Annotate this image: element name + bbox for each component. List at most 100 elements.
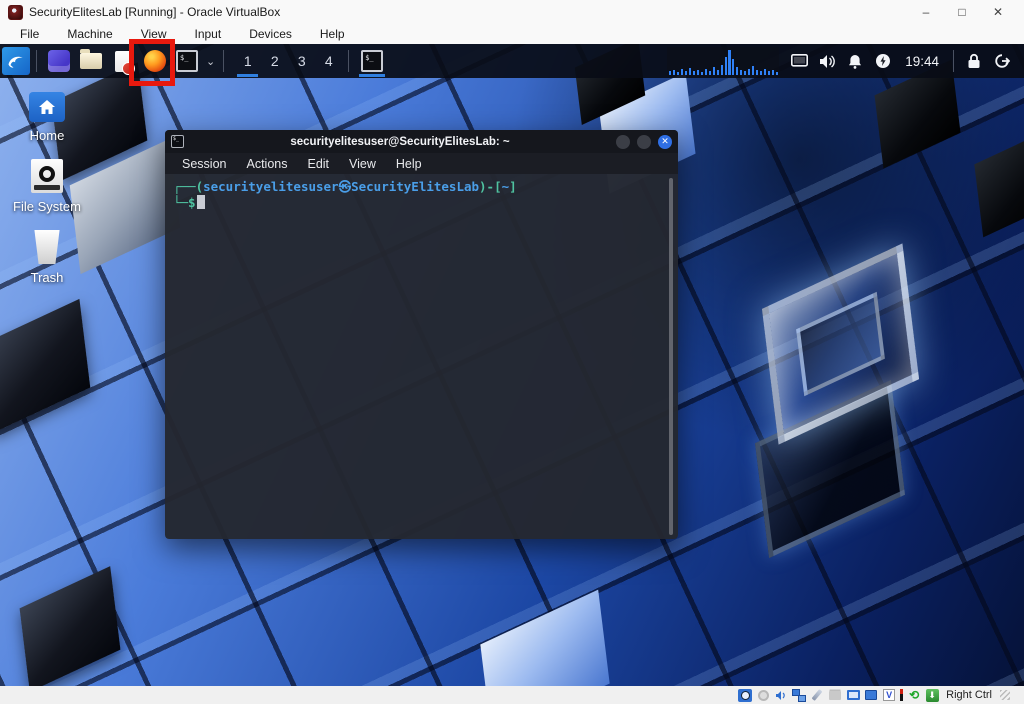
terminal-icon: $_ bbox=[171, 135, 184, 148]
wallpaper-dark-cube bbox=[19, 566, 121, 686]
lock-icon bbox=[968, 53, 980, 68]
menu-help[interactable]: Help bbox=[306, 25, 359, 43]
panel-separator bbox=[953, 50, 954, 72]
features-icon[interactable]: V bbox=[883, 689, 896, 701]
wallpaper-light-cube bbox=[480, 589, 610, 686]
vm-display: $_ ⌄ 1 2 3 4 $_ 19:44 Home File System T… bbox=[0, 44, 1024, 686]
prompt-line2-frame: └─$ bbox=[173, 195, 196, 210]
terminal-scrollbar[interactable] bbox=[669, 178, 673, 535]
host-key-label: Right Ctrl bbox=[946, 689, 992, 701]
terminal-menu-actions[interactable]: Actions bbox=[237, 155, 296, 173]
window-title: SecurityElitesLab [Running] - Oracle Vir… bbox=[29, 5, 281, 19]
terminal-menu-help[interactable]: Help bbox=[387, 155, 431, 173]
terminal-icon: $_ bbox=[361, 50, 384, 72]
terminal-maximize-button[interactable] bbox=[637, 134, 651, 149]
menu-input[interactable]: Input bbox=[181, 25, 236, 43]
logout-icon bbox=[995, 54, 1010, 68]
activity-indicator bbox=[900, 689, 904, 701]
terminal-output-area[interactable]: ┌──(securityelitesuser㉿SecurityElitesLab… bbox=[165, 174, 678, 539]
prompt-frame-mid: )-[ bbox=[479, 179, 502, 194]
prompt-line-2: └─$ bbox=[173, 195, 670, 211]
folder-icon bbox=[80, 49, 102, 69]
panel-clock[interactable]: 19:44 bbox=[897, 54, 947, 69]
launcher-file-manager[interactable] bbox=[79, 49, 103, 73]
desktop-icon-label: File System bbox=[13, 199, 81, 214]
minimize-button[interactable]: – bbox=[908, 1, 944, 23]
house-icon bbox=[39, 100, 55, 114]
workspace-1[interactable]: 1 bbox=[234, 44, 261, 78]
usb-icon[interactable] bbox=[811, 689, 823, 701]
bell-icon bbox=[849, 54, 862, 69]
terminal-minimize-button[interactable] bbox=[616, 134, 630, 149]
terminal-close-button[interactable]: ✕ bbox=[658, 134, 672, 149]
terminal-menu-view[interactable]: View bbox=[340, 155, 385, 173]
chevron-down-icon[interactable]: ⌄ bbox=[206, 55, 215, 68]
lock-screen-button[interactable] bbox=[960, 44, 988, 78]
power-manager-button[interactable] bbox=[869, 44, 897, 78]
keyboard-capture-icon[interactable]: ⬇ bbox=[925, 688, 939, 702]
speaker-icon bbox=[819, 54, 835, 68]
launcher-terminal[interactable]: $_ bbox=[175, 49, 199, 73]
display-status-icon[interactable] bbox=[846, 690, 860, 700]
desktop-icon-trash[interactable]: Trash bbox=[6, 230, 88, 285]
prompt-host: SecurityElitesLab bbox=[351, 179, 480, 194]
audio-icon[interactable] bbox=[774, 689, 788, 702]
home-icon bbox=[29, 92, 65, 122]
prompt-cwd: ~ bbox=[501, 179, 510, 194]
kali-menu-button[interactable] bbox=[2, 47, 30, 75]
desktop-icon-label: Trash bbox=[30, 270, 64, 285]
display-settings-button[interactable] bbox=[785, 44, 813, 78]
desktop-icon-home[interactable]: Home bbox=[6, 92, 88, 143]
terminal-title: securityelitesuser@SecurityElitesLab: ~ bbox=[290, 135, 510, 148]
cpu-graph-widget[interactable] bbox=[667, 47, 780, 75]
workspace-4[interactable]: 4 bbox=[315, 44, 342, 78]
drive-circle bbox=[39, 165, 55, 182]
workspace-2[interactable]: 2 bbox=[261, 44, 288, 78]
mouse-integration-icon[interactable]: ⟲ bbox=[907, 688, 921, 702]
desktop-icon-list: Home File System Trash bbox=[6, 92, 88, 285]
files-icon bbox=[48, 50, 70, 72]
prompt-at-symbol: ㉿ bbox=[338, 179, 352, 194]
annotation-red-box bbox=[129, 39, 175, 86]
prompt-line-1: ┌──(securityelitesuser㉿SecurityElitesLab… bbox=[173, 179, 670, 195]
desktop-icon-file-system[interactable]: File System bbox=[6, 159, 88, 214]
notifications-button[interactable] bbox=[841, 44, 869, 78]
virtualbox-window: SecurityElitesLab [Running] - Oracle Vir… bbox=[0, 0, 1024, 704]
launcher-files[interactable] bbox=[47, 49, 71, 73]
terminal-window[interactable]: $_ securityelitesuser@SecurityElitesLab:… bbox=[165, 130, 678, 539]
wallpaper-glass-cube bbox=[761, 243, 920, 445]
terminal-cursor bbox=[196, 195, 205, 209]
audio-speaker-icon bbox=[776, 690, 785, 700]
shared-folders-icon[interactable] bbox=[829, 690, 842, 700]
terminal-menu-session[interactable]: Session bbox=[173, 155, 235, 173]
menu-machine[interactable]: Machine bbox=[53, 25, 126, 43]
panel-separator bbox=[36, 50, 37, 72]
volume-button[interactable] bbox=[813, 44, 841, 78]
panel-separator bbox=[348, 50, 350, 72]
menu-file[interactable]: File bbox=[6, 25, 53, 43]
display-icon bbox=[790, 54, 808, 67]
terminal-menu-edit[interactable]: Edit bbox=[298, 155, 338, 173]
workspace-3[interactable]: 3 bbox=[288, 44, 315, 78]
hard-disks-icon[interactable] bbox=[738, 688, 753, 702]
vbox-titlebar: SecurityElitesLab [Running] - Oracle Vir… bbox=[0, 0, 1024, 24]
wallpaper-dark-cube bbox=[0, 298, 91, 435]
workspace-switcher: 1 2 3 4 bbox=[234, 44, 342, 78]
network-icon[interactable] bbox=[792, 688, 807, 702]
menu-devices[interactable]: Devices bbox=[235, 25, 306, 43]
power-icon bbox=[876, 54, 891, 68]
maximize-button[interactable]: □ bbox=[944, 1, 980, 23]
kali-dragon-icon bbox=[8, 56, 23, 68]
trash-icon bbox=[34, 230, 60, 264]
drive-slot bbox=[34, 185, 60, 190]
resize-grip[interactable] bbox=[1000, 690, 1010, 700]
recording-icon[interactable] bbox=[865, 690, 878, 700]
close-button[interactable]: ✕ bbox=[980, 1, 1016, 23]
terminal-titlebar[interactable]: $_ securityelitesuser@SecurityElitesLab:… bbox=[165, 130, 678, 153]
logout-button[interactable] bbox=[988, 44, 1016, 78]
prompt-frame-open: ┌──( bbox=[173, 179, 204, 194]
optical-drives-icon[interactable] bbox=[757, 689, 769, 701]
prompt-frame-close: ] bbox=[509, 179, 517, 194]
panel-separator bbox=[223, 50, 225, 72]
taskbar-terminal-window[interactable]: $_ bbox=[355, 44, 389, 78]
